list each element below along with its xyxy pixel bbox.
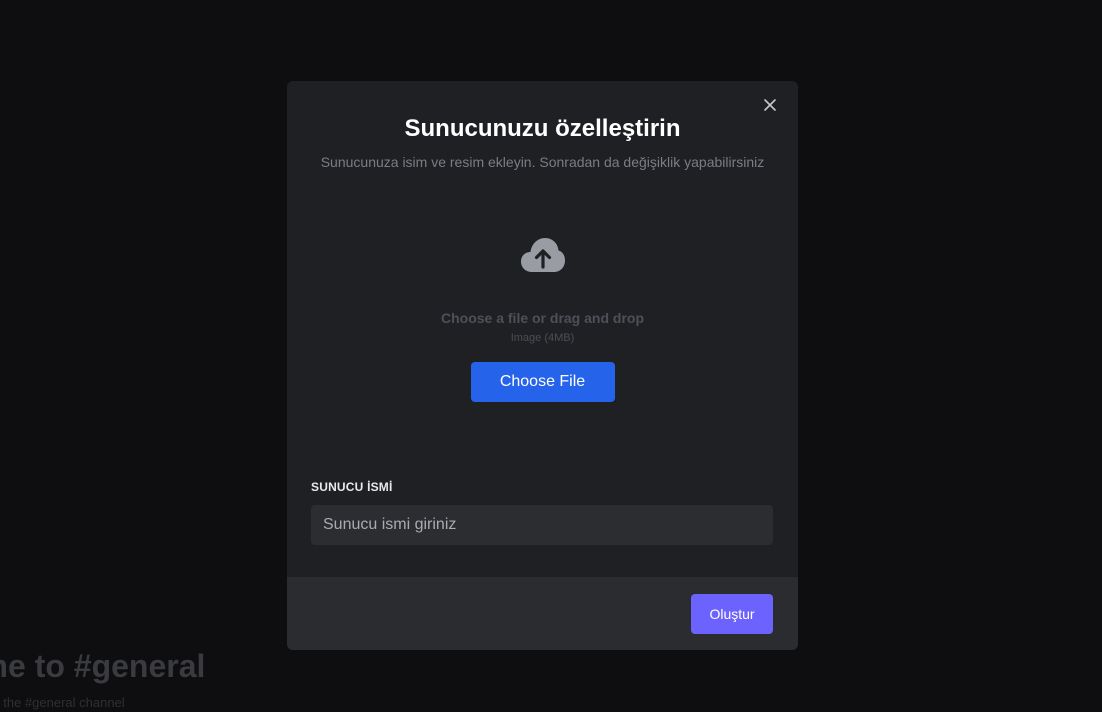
modal-footer: Oluştur — [287, 577, 798, 650]
dropzone-hint: Image (4MB) — [510, 332, 575, 344]
server-name-input[interactable] — [311, 505, 773, 545]
create-button[interactable]: Oluştur — [691, 594, 773, 634]
channel-welcome-subtitle: art of the #general channel — [0, 695, 125, 710]
channel-welcome-title: ome to #general — [0, 648, 206, 684]
server-name-label: SUNUCU İSMİ — [311, 480, 393, 494]
dropzone-prompt: Choose a file or drag and drop — [440, 310, 645, 326]
cloud-upload-icon — [520, 238, 565, 272]
close-button[interactable] — [760, 95, 780, 115]
image-dropzone[interactable]: Choose a file or drag and drop Image (4M… — [287, 236, 798, 406]
modal-subtitle: Sunucunuza isim ve resim ekleyin. Sonrad… — [320, 154, 765, 170]
customize-server-modal: Sunucunuzu özelleştirin Sunucunuza isim … — [287, 81, 798, 650]
close-icon — [764, 99, 776, 111]
choose-file-button[interactable]: Choose File — [470, 362, 615, 402]
modal-title: Sunucunuzu özelleştirin — [404, 115, 681, 142]
